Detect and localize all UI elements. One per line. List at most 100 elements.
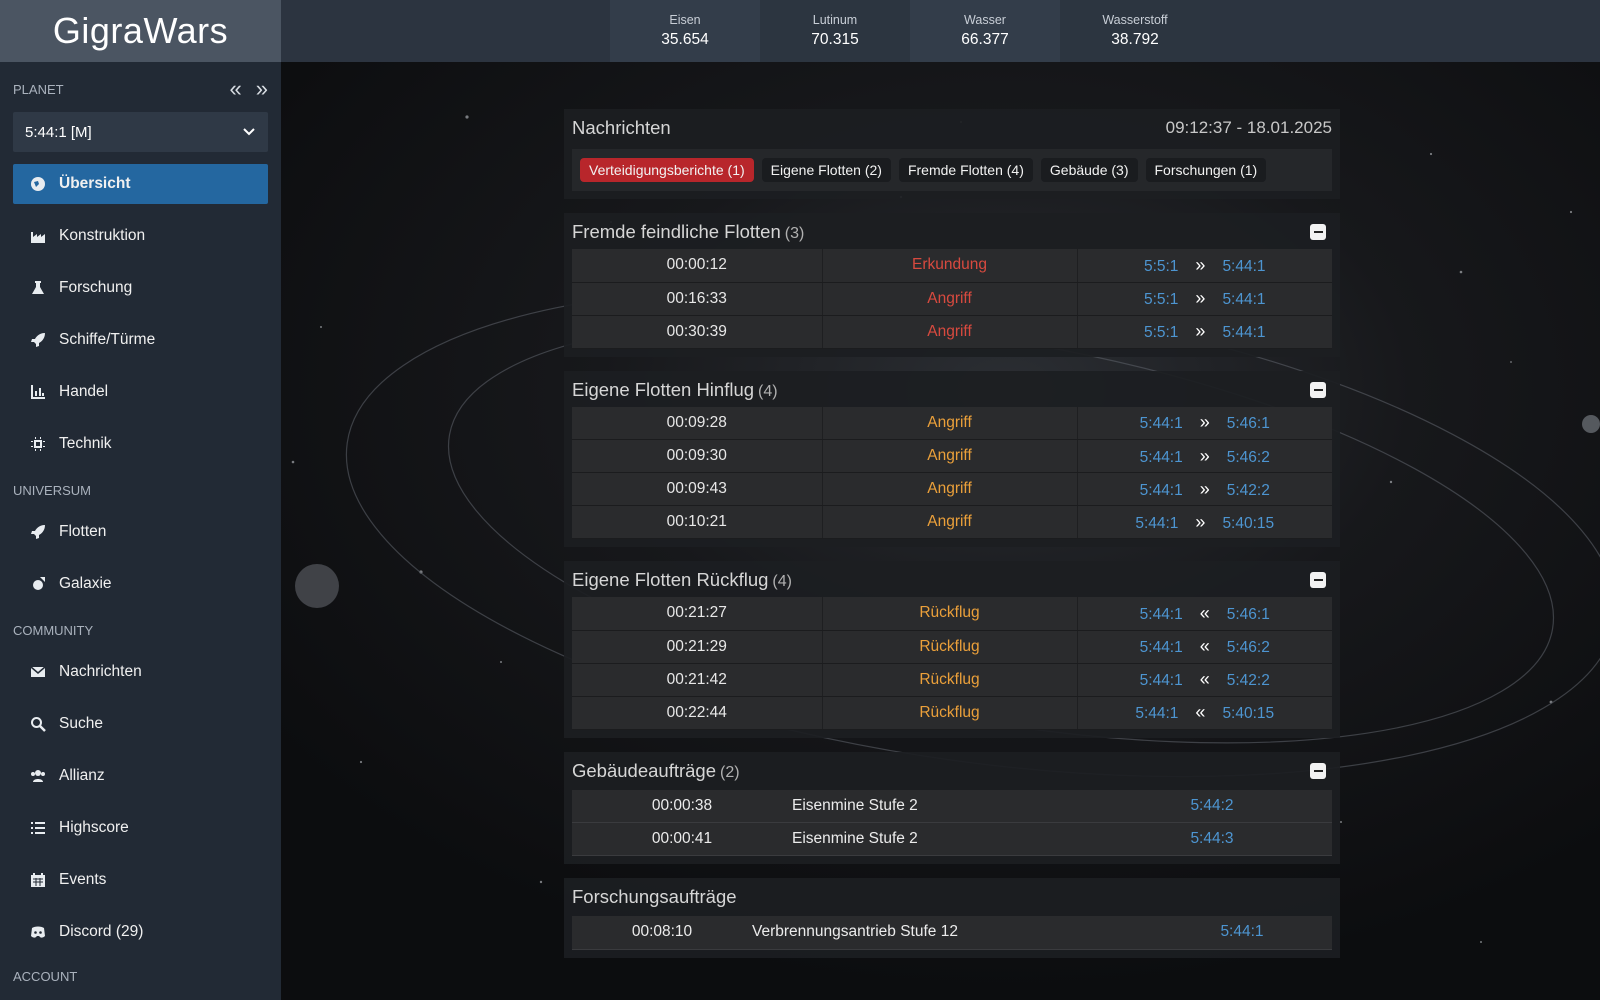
hostile-fleets-table: 00:00:12 Erkundung 5:5:1 » 5:44:1 00:16:33… <box>572 249 1332 349</box>
table-row: 00:00:12 Erkundung 5:5:1 » 5:44:1 <box>572 249 1332 283</box>
fleet-target-link[interactable]: 5:44:1 <box>1222 291 1265 308</box>
chart-icon <box>27 384 49 400</box>
job-time: 00:00:38 <box>572 789 792 823</box>
sidebar-item-allianz[interactable]: Allianz <box>13 756 268 796</box>
tab-eigene-flotten[interactable]: Eigene Flotten (2) <box>761 158 891 182</box>
fleet-origin-link[interactable]: 5:44:1 <box>1140 449 1183 466</box>
fleet-target-link[interactable]: 5:42:2 <box>1227 672 1270 689</box>
fleet-mission: Angriff <box>822 315 1078 349</box>
top-bar: Eisen 35.654 Lutinum 70.315 Wasser 66.37… <box>281 0 1600 62</box>
fleet-target-link[interactable]: 5:40:15 <box>1222 515 1274 532</box>
fleet-target-link[interactable]: 5:40:15 <box>1222 705 1274 722</box>
fleet-target-link[interactable]: 5:42:2 <box>1227 482 1270 499</box>
chip-icon <box>27 436 49 452</box>
sidebar-item-label: Konstruktion <box>59 227 146 244</box>
building-jobs-count: (2) <box>720 763 740 781</box>
fleet-target-link[interactable]: 5:46:1 <box>1227 606 1270 623</box>
fleet-target-link[interactable]: 5:44:1 <box>1222 258 1265 275</box>
fleet-time: 00:09:30 <box>572 439 823 473</box>
fleet-origin-link[interactable]: 5:44:1 <box>1135 515 1178 532</box>
fleet-origin-link[interactable]: 5:44:1 <box>1135 705 1178 722</box>
fleet-origin-link[interactable]: 5:5:1 <box>1144 258 1178 275</box>
fleet-time: 00:22:44 <box>572 696 823 730</box>
fleet-origin-link[interactable]: 5:44:1 <box>1140 672 1183 689</box>
fleet-mission: Angriff <box>822 439 1078 473</box>
collapse-own-outbound-button[interactable] <box>1310 381 1326 398</box>
sidebar-item-label: Discord (29) <box>59 923 144 940</box>
sidebar-item-schiffe[interactable]: Schiffe/Türme <box>13 320 268 360</box>
own-return-table: 00:21:27 Rückflug 5:44:1 « 5:46:1 00:21:29… <box>572 597 1332 730</box>
collapse-hostile-fleets-button[interactable] <box>1310 224 1326 240</box>
nav-universum: Flotten Galaxie <box>0 504 281 604</box>
sidebar-item-label: Forschung <box>59 279 133 296</box>
fleet-time: 00:16:33 <box>572 282 823 316</box>
tab-forschungen[interactable]: Forschungen (1) <box>1145 158 1267 182</box>
community-label: COMMUNITY <box>13 622 94 638</box>
fleet-mission: Rückflug <box>822 597 1078 631</box>
sidebar-item-label: Allianz <box>59 767 105 784</box>
fleet-mission: Angriff <box>822 472 1078 506</box>
envelope-icon <box>27 664 49 680</box>
job-planet-link[interactable]: 5:44:1 <box>1220 923 1263 940</box>
building-jobs-panel: Gebäudeaufträge (2) 00:00:38 Eisenmine St… <box>564 751 1340 864</box>
fleet-time: 00:10:21 <box>572 505 823 539</box>
fleet-mission: Rückflug <box>822 696 1078 730</box>
fleet-time: 00:21:42 <box>572 663 823 697</box>
next-planet-icon[interactable]: » <box>256 78 268 100</box>
sidebar-item-uebersicht[interactable]: Übersicht <box>13 164 268 204</box>
table-row: 00:09:43 Angriff 5:44:1 » 5:42:2 <box>572 472 1332 506</box>
sidebar-item-galaxie[interactable]: Galaxie <box>13 564 268 604</box>
sidebar-item-nachrichten[interactable]: Nachrichten <box>13 652 268 692</box>
table-row: 00:00:38 Eisenmine Stufe 2 5:44:2 <box>572 789 1332 823</box>
discord-icon <box>27 924 49 940</box>
fleet-origin-link[interactable]: 5:5:1 <box>1144 291 1178 308</box>
fleet-time: 00:21:27 <box>572 597 823 631</box>
collapse-own-return-button[interactable] <box>1310 572 1326 588</box>
double-chevron-left-icon: « <box>1199 636 1210 656</box>
resource-name: Lutinum <box>812 13 858 27</box>
fleet-mission: Rückflug <box>822 663 1078 697</box>
fleet-origin-link[interactable]: 5:44:1 <box>1140 482 1183 499</box>
rocket-icon <box>27 524 49 540</box>
flask-icon <box>27 280 49 296</box>
resource-name: Wasserstoff <box>1102 13 1168 27</box>
sidebar-item-technik[interactable]: Technik <box>13 424 268 464</box>
table-row: 00:21:42 Rückflug 5:44:1 « 5:42:2 <box>572 663 1332 697</box>
table-row: 00:09:28 Angriff 5:44:1 » 5:46:1 <box>572 406 1332 440</box>
fleet-origin-link[interactable]: 5:44:1 <box>1140 639 1183 656</box>
main-content: Nachrichten 09:12:37 - 18.01.2025 Vertei… <box>564 109 1340 972</box>
job-planet-link[interactable]: 5:44:3 <box>1190 830 1233 847</box>
tab-verteidigungsberichte[interactable]: Verteidigungsberichte (1) <box>580 158 754 182</box>
sidebar-item-highscore[interactable]: Highscore <box>13 808 268 848</box>
job-planet-link[interactable]: 5:44:2 <box>1190 797 1233 814</box>
fleet-target-link[interactable]: 5:46:1 <box>1227 415 1270 432</box>
job-time: 00:00:41 <box>572 822 792 856</box>
fleet-origin-link[interactable]: 5:5:1 <box>1144 324 1178 341</box>
sidebar-item-events[interactable]: Events <box>13 860 268 900</box>
double-chevron-right-icon: » <box>1195 321 1206 341</box>
planet-select[interactable]: 5:44:1 [M] <box>13 112 268 152</box>
planet-label: PLANET <box>13 81 64 97</box>
fleet-origin-link[interactable]: 5:44:1 <box>1140 606 1183 623</box>
fleet-target-link[interactable]: 5:46:2 <box>1227 449 1270 466</box>
previous-planet-icon[interactable]: « <box>230 78 242 100</box>
job-name: Verbrennungsantrieb Stufe 12 <box>752 916 1152 950</box>
sidebar-item-suche[interactable]: Suche <box>13 704 268 744</box>
sidebar-item-label: Suche <box>59 715 103 732</box>
collapse-building-jobs-button[interactable] <box>1310 762 1326 779</box>
fleet-origin-link[interactable]: 5:44:1 <box>1140 415 1183 432</box>
fleet-time: 00:09:43 <box>572 472 823 506</box>
factory-icon <box>27 228 49 244</box>
tab-gebaeude[interactable]: Gebäude (3) <box>1040 158 1138 182</box>
fleet-target-link[interactable]: 5:44:1 <box>1222 324 1265 341</box>
sidebar-item-handel[interactable]: Handel <box>13 372 268 412</box>
sidebar-item-konstruktion[interactable]: Konstruktion <box>13 216 268 256</box>
fleet-target-link[interactable]: 5:46:2 <box>1227 639 1270 656</box>
app-logo[interactable]: GigraWars <box>0 0 281 62</box>
sidebar-item-discord[interactable]: Discord (29) <box>13 912 268 952</box>
hostile-fleets-count: (3) <box>784 225 805 242</box>
tab-fremde-flotten[interactable]: Fremde Flotten (4) <box>898 158 1033 182</box>
sidebar-item-flotten[interactable]: Flotten <box>13 512 268 552</box>
sidebar-item-label: Technik <box>59 435 112 452</box>
sidebar-item-forschung[interactable]: Forschung <box>13 268 268 308</box>
